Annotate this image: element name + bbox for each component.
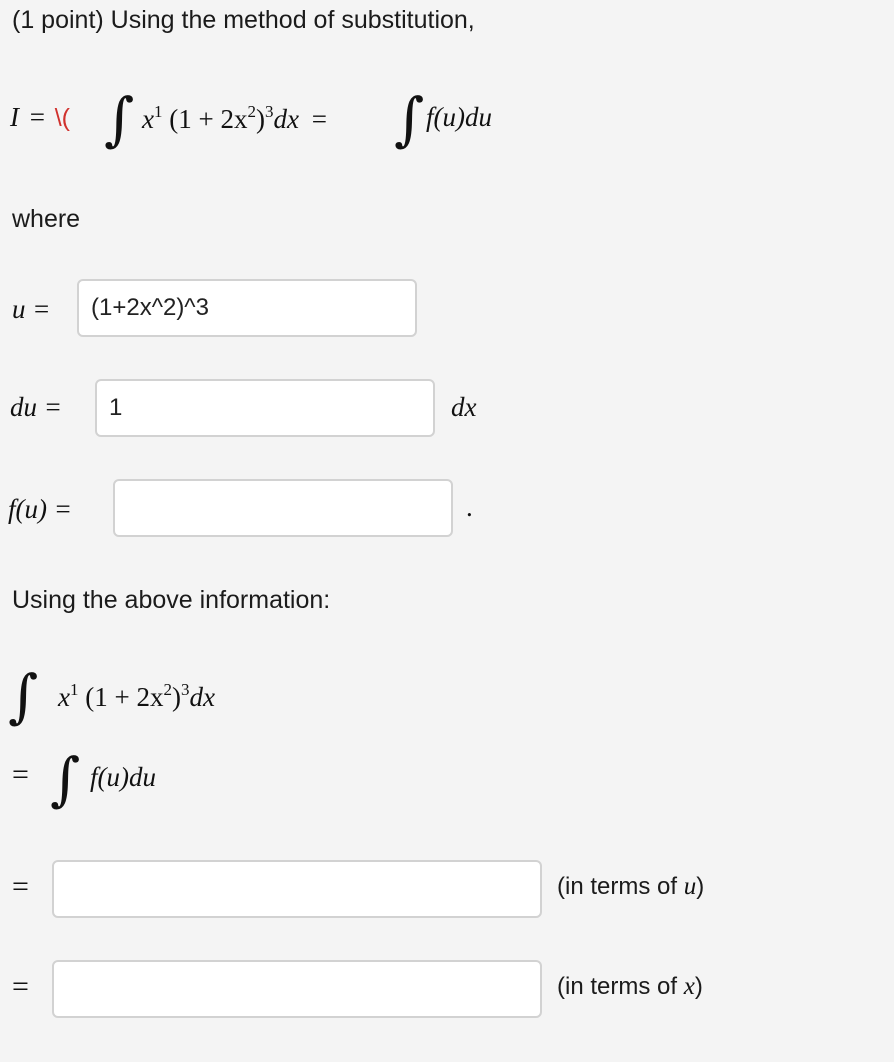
math-delimiter: \( bbox=[54, 104, 71, 132]
u-label: u = bbox=[12, 294, 51, 324]
derivation-equals: = bbox=[12, 758, 29, 791]
answer-u-equals: = bbox=[12, 870, 29, 903]
fu-input[interactable] bbox=[113, 479, 453, 537]
integral-sign-icon: ∫ bbox=[8, 662, 39, 730]
close-paren: ) bbox=[255, 104, 265, 134]
integral-sign-icon: ∫ bbox=[50, 745, 81, 813]
integral-variable-i: I bbox=[10, 102, 19, 132]
fu-label: f(u) = bbox=[8, 494, 72, 524]
answer-u-note: (in terms of u) bbox=[557, 873, 704, 901]
derivation-integrand: x1 (1 + 2x2)3dx bbox=[58, 680, 215, 713]
du-label: du = bbox=[10, 392, 62, 422]
integrand-x: x bbox=[142, 104, 154, 134]
answer-x-note: (in terms of x) bbox=[557, 973, 703, 1001]
equals-sign-2: = bbox=[311, 104, 327, 134]
equals-sign: = bbox=[29, 102, 45, 132]
answer-u-input[interactable] bbox=[52, 860, 542, 918]
answer-x-input[interactable] bbox=[52, 960, 542, 1018]
answer-x-equals: = bbox=[12, 970, 29, 1003]
close-paren: ) bbox=[171, 682, 181, 712]
dx-term: dx bbox=[189, 682, 215, 712]
integral-sign-icon: ∫ bbox=[394, 85, 425, 153]
u-input[interactable]: (1+2x^2)^3 bbox=[77, 279, 417, 337]
dx-term: dx bbox=[273, 104, 299, 134]
fu-period: . bbox=[466, 492, 473, 522]
note-suffix: ) bbox=[696, 873, 705, 900]
integral-sign-icon: ∫ bbox=[104, 85, 135, 153]
where-label: where bbox=[12, 205, 81, 233]
f-u-du: f(u)du bbox=[426, 102, 492, 132]
note-variable-u: u bbox=[683, 873, 697, 900]
using-info-label: Using the above information: bbox=[12, 586, 331, 614]
note-prefix: (in terms of bbox=[557, 873, 684, 900]
exponent-1: 1 bbox=[69, 680, 79, 699]
integrand-x: x bbox=[58, 682, 70, 712]
exponent-2: 2 bbox=[247, 102, 256, 121]
exponent-2: 2 bbox=[163, 680, 172, 699]
problem-header: (1 point) Using the method of substituti… bbox=[12, 6, 475, 34]
integrand-expression: x1 (1 + 2x2)3dx = bbox=[142, 102, 327, 135]
integral-lhs: I = \( bbox=[10, 102, 70, 133]
derivation-f-u-du: f(u)du bbox=[90, 762, 156, 792]
exponent-1: 1 bbox=[153, 102, 163, 121]
integrand-factor: (1 + 2x bbox=[85, 682, 164, 712]
note-prefix: (in terms of bbox=[557, 973, 684, 1000]
du-input[interactable]: 1 bbox=[95, 379, 435, 437]
note-suffix: ) bbox=[694, 973, 703, 1000]
integrand-factor: (1 + 2x bbox=[169, 104, 248, 134]
du-suffix-dx: dx bbox=[451, 392, 477, 422]
note-variable-x: x bbox=[683, 973, 695, 1000]
